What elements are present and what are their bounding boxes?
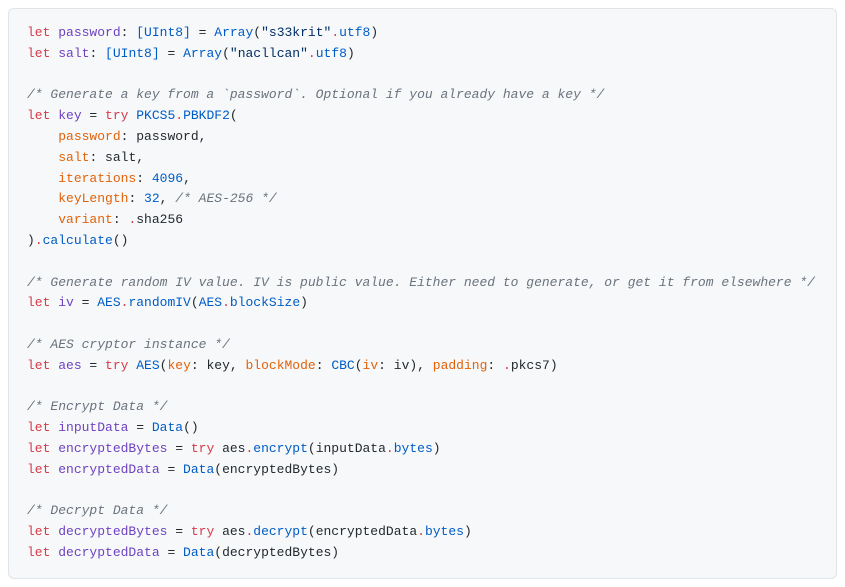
arg-label: key bbox=[167, 358, 190, 373]
keyword-try: try bbox=[191, 441, 214, 456]
keyword-let: let bbox=[27, 108, 50, 123]
function: decrypt bbox=[253, 524, 308, 539]
dot: . bbox=[331, 25, 339, 40]
class: PKCS5 bbox=[136, 108, 175, 123]
function: encrypt bbox=[253, 441, 308, 456]
property: utf8 bbox=[316, 46, 347, 61]
identifier: iv bbox=[58, 295, 74, 310]
class: AES bbox=[97, 295, 120, 310]
property: utf8 bbox=[339, 25, 370, 40]
function: CBC bbox=[331, 358, 354, 373]
keyword-try: try bbox=[105, 358, 128, 373]
object: aes bbox=[222, 441, 245, 456]
arg-value: password bbox=[136, 129, 198, 144]
identifier: password bbox=[58, 25, 120, 40]
arg-value: iv bbox=[394, 358, 410, 373]
function: AES bbox=[136, 358, 159, 373]
dot: . bbox=[308, 46, 316, 61]
keyword-let: let bbox=[27, 441, 50, 456]
type: [UInt8] bbox=[136, 25, 191, 40]
string: "nacllcan" bbox=[230, 46, 308, 61]
arg: inputData bbox=[316, 441, 386, 456]
number: 32 bbox=[144, 191, 160, 206]
arg-label: keyLength bbox=[58, 191, 128, 206]
number: 4096 bbox=[152, 171, 183, 186]
arg-label: variant bbox=[58, 212, 113, 227]
dot: . bbox=[175, 108, 183, 123]
identifier: key bbox=[58, 108, 81, 123]
function: Array bbox=[214, 25, 253, 40]
keyword-let: let bbox=[27, 46, 50, 61]
comment: /* Generate random IV value. IV is publi… bbox=[27, 275, 815, 290]
function: Data bbox=[183, 545, 214, 560]
dot: . bbox=[35, 233, 43, 248]
enum-case: pkcs7 bbox=[511, 358, 550, 373]
arg-label: iterations bbox=[58, 171, 136, 186]
identifier: encryptedBytes bbox=[58, 441, 167, 456]
keyword-let: let bbox=[27, 25, 50, 40]
identifier: decryptedBytes bbox=[58, 524, 167, 539]
arg: encryptedBytes bbox=[222, 462, 331, 477]
arg-label: password bbox=[58, 129, 120, 144]
arg-value: salt bbox=[105, 150, 136, 165]
identifier: salt bbox=[58, 46, 89, 61]
keyword-let: let bbox=[27, 358, 50, 373]
dot: . bbox=[417, 524, 425, 539]
keyword-let: let bbox=[27, 295, 50, 310]
identifier: aes bbox=[58, 358, 81, 373]
identifier: encryptedData bbox=[58, 462, 159, 477]
property: bytes bbox=[394, 441, 433, 456]
comment: /* Decrypt Data */ bbox=[27, 503, 167, 518]
arg-label: padding bbox=[433, 358, 488, 373]
keyword-try: try bbox=[191, 524, 214, 539]
keyword-let: let bbox=[27, 420, 50, 435]
enum-case: sha256 bbox=[136, 212, 183, 227]
identifier: decryptedData bbox=[58, 545, 159, 560]
dot: . bbox=[222, 295, 230, 310]
code-block: let password: [UInt8] = Array("s33krit".… bbox=[8, 8, 837, 579]
arg-label: salt bbox=[58, 150, 89, 165]
property: bytes bbox=[425, 524, 464, 539]
keyword-try: try bbox=[105, 108, 128, 123]
function: Data bbox=[152, 420, 183, 435]
arg-label: blockMode bbox=[246, 358, 316, 373]
string: "s33krit" bbox=[261, 25, 331, 40]
property: blockSize bbox=[230, 295, 300, 310]
arg: decryptedBytes bbox=[222, 545, 331, 560]
function: Data bbox=[183, 462, 214, 477]
keyword-let: let bbox=[27, 545, 50, 560]
type: [UInt8] bbox=[105, 46, 160, 61]
function: randomIV bbox=[128, 295, 190, 310]
function: PBKDF2 bbox=[183, 108, 230, 123]
arg-value: key bbox=[206, 358, 229, 373]
object: aes bbox=[222, 524, 245, 539]
dot: . bbox=[503, 358, 511, 373]
function: Array bbox=[183, 46, 222, 61]
arg: encryptedData bbox=[316, 524, 417, 539]
function: calculate bbox=[43, 233, 113, 248]
comment: /* AES-256 */ bbox=[175, 191, 276, 206]
dot: . bbox=[386, 441, 394, 456]
comment: /* Generate a key from a `password`. Opt… bbox=[27, 87, 604, 102]
keyword-let: let bbox=[27, 462, 50, 477]
arg-label: iv bbox=[363, 358, 379, 373]
comment: /* AES cryptor instance */ bbox=[27, 337, 230, 352]
comment: /* Encrypt Data */ bbox=[27, 399, 167, 414]
class: AES bbox=[199, 295, 222, 310]
identifier: inputData bbox=[58, 420, 128, 435]
keyword-let: let bbox=[27, 524, 50, 539]
